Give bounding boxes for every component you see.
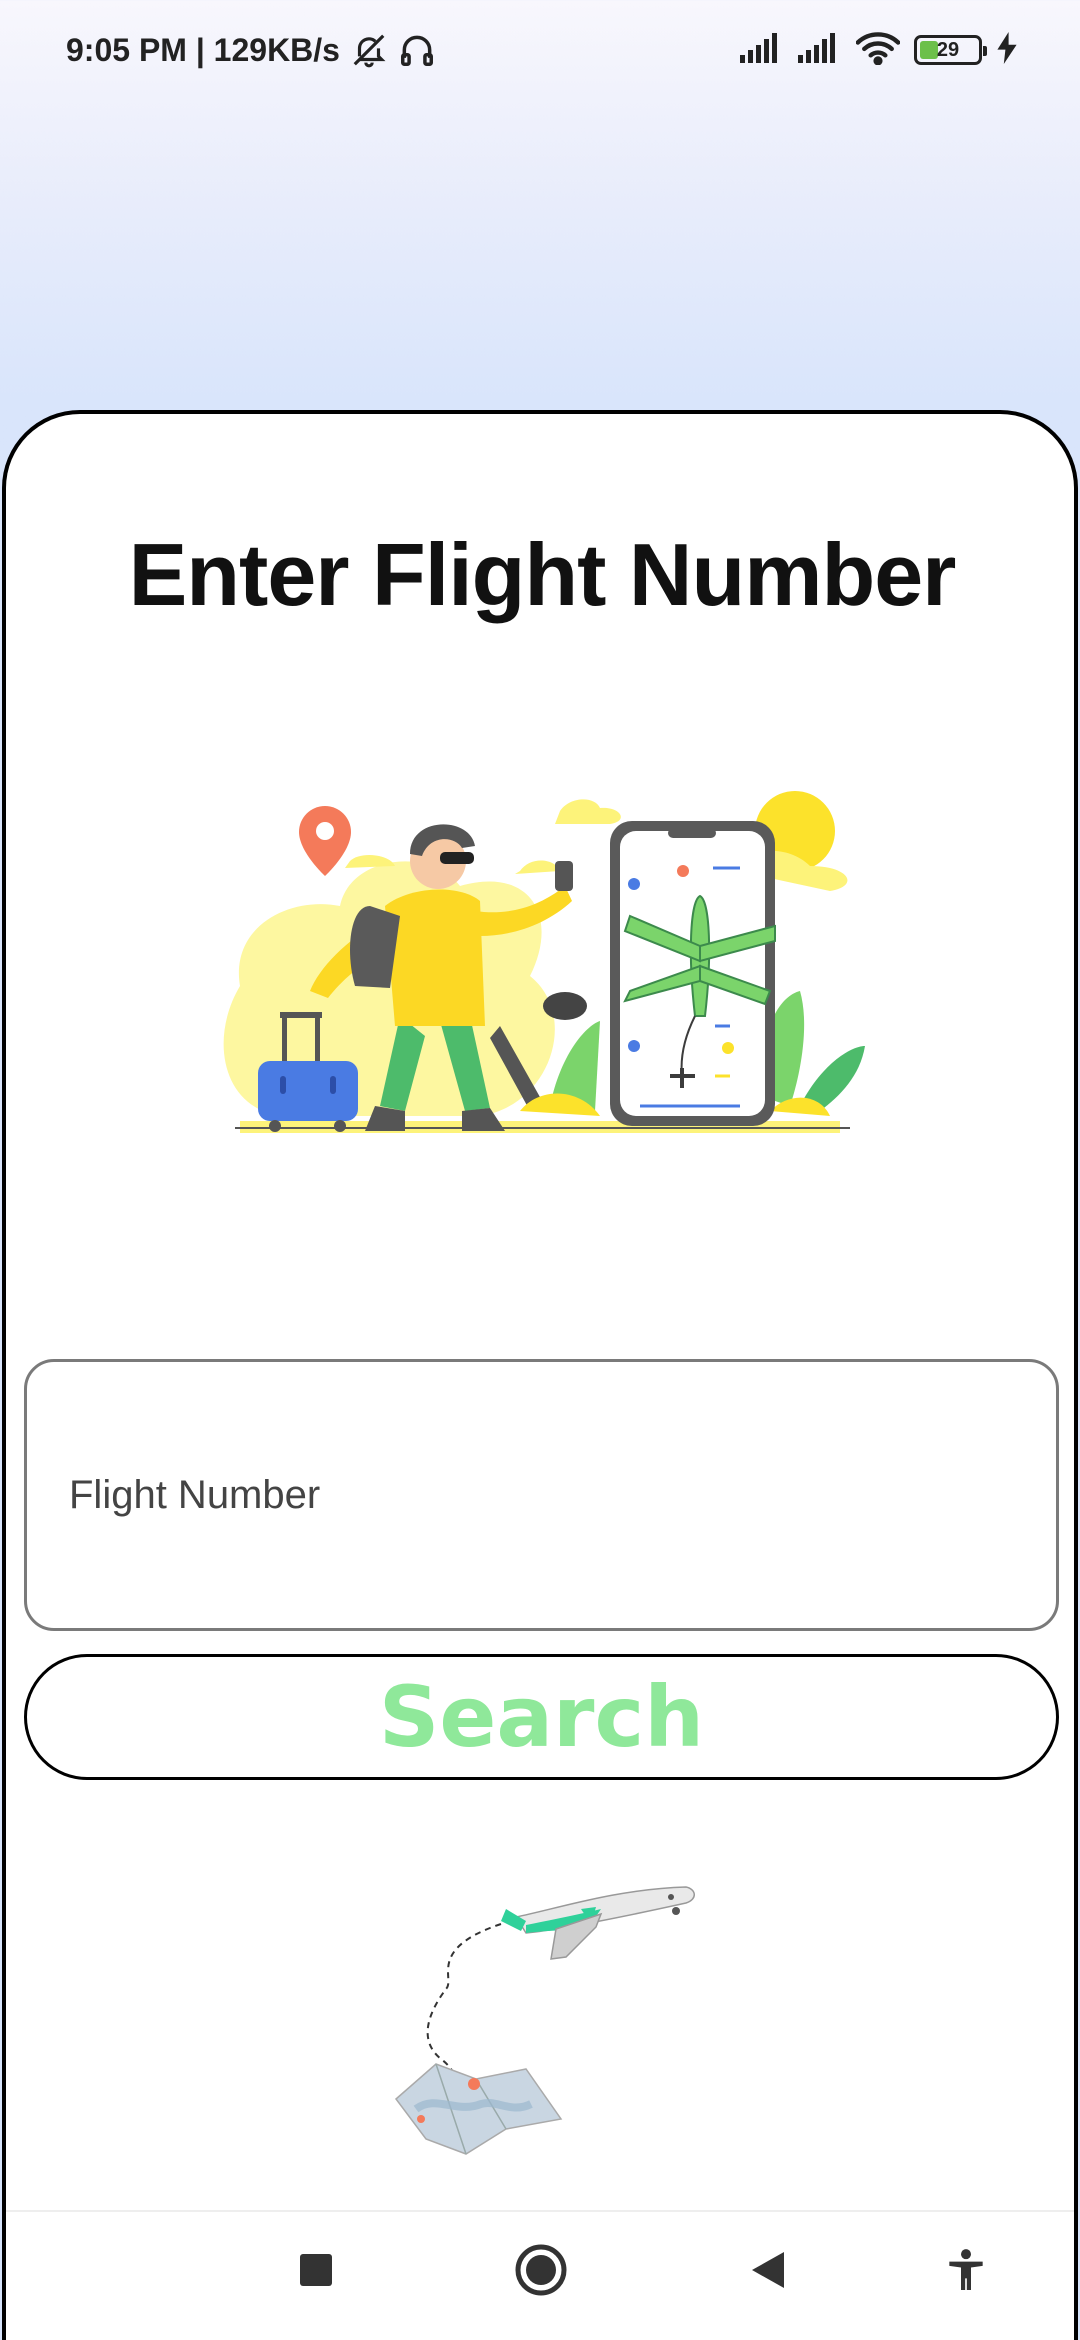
flight-number-input[interactable] (24, 1359, 1059, 1631)
plane-map-illustration (394, 1886, 695, 2155)
battery-level: 29 (936, 38, 960, 61)
recent-apps-button[interactable] (286, 2242, 346, 2302)
traveler-illustration (223, 791, 865, 1133)
battery-icon: 29 (914, 35, 987, 65)
signal-icon (798, 32, 842, 68)
status-time-speed: 9:05 PM | 129KB/s (66, 31, 340, 68)
page-title: Enter Flight Number (128, 525, 957, 624)
navigation-bar (6, 2210, 1074, 2330)
status-right: 29 (740, 31, 1018, 70)
flight-search-card: Enter Flight Number Flight Number Search (2, 410, 1078, 2340)
status-left: 9:05 PM | 129KB/s (66, 31, 436, 69)
charging-icon (996, 31, 1018, 69)
home-button[interactable] (511, 2242, 571, 2302)
recent-apps-icon (299, 2253, 333, 2292)
search-button[interactable]: Search (24, 1654, 1059, 1780)
home-icon (514, 2243, 568, 2302)
back-icon (750, 2250, 786, 2295)
status-bar: 9:05 PM | 129KB/s 29 (0, 0, 1080, 100)
accessibility-icon (946, 2248, 986, 2297)
back-button[interactable] (738, 2242, 798, 2302)
accessibility-button[interactable] (936, 2242, 996, 2302)
search-button-label: Search (378, 1668, 705, 1766)
signal-icon (740, 32, 784, 68)
bell-off-icon (350, 31, 388, 69)
wifi-icon (855, 31, 901, 70)
headphones-icon (398, 31, 436, 69)
